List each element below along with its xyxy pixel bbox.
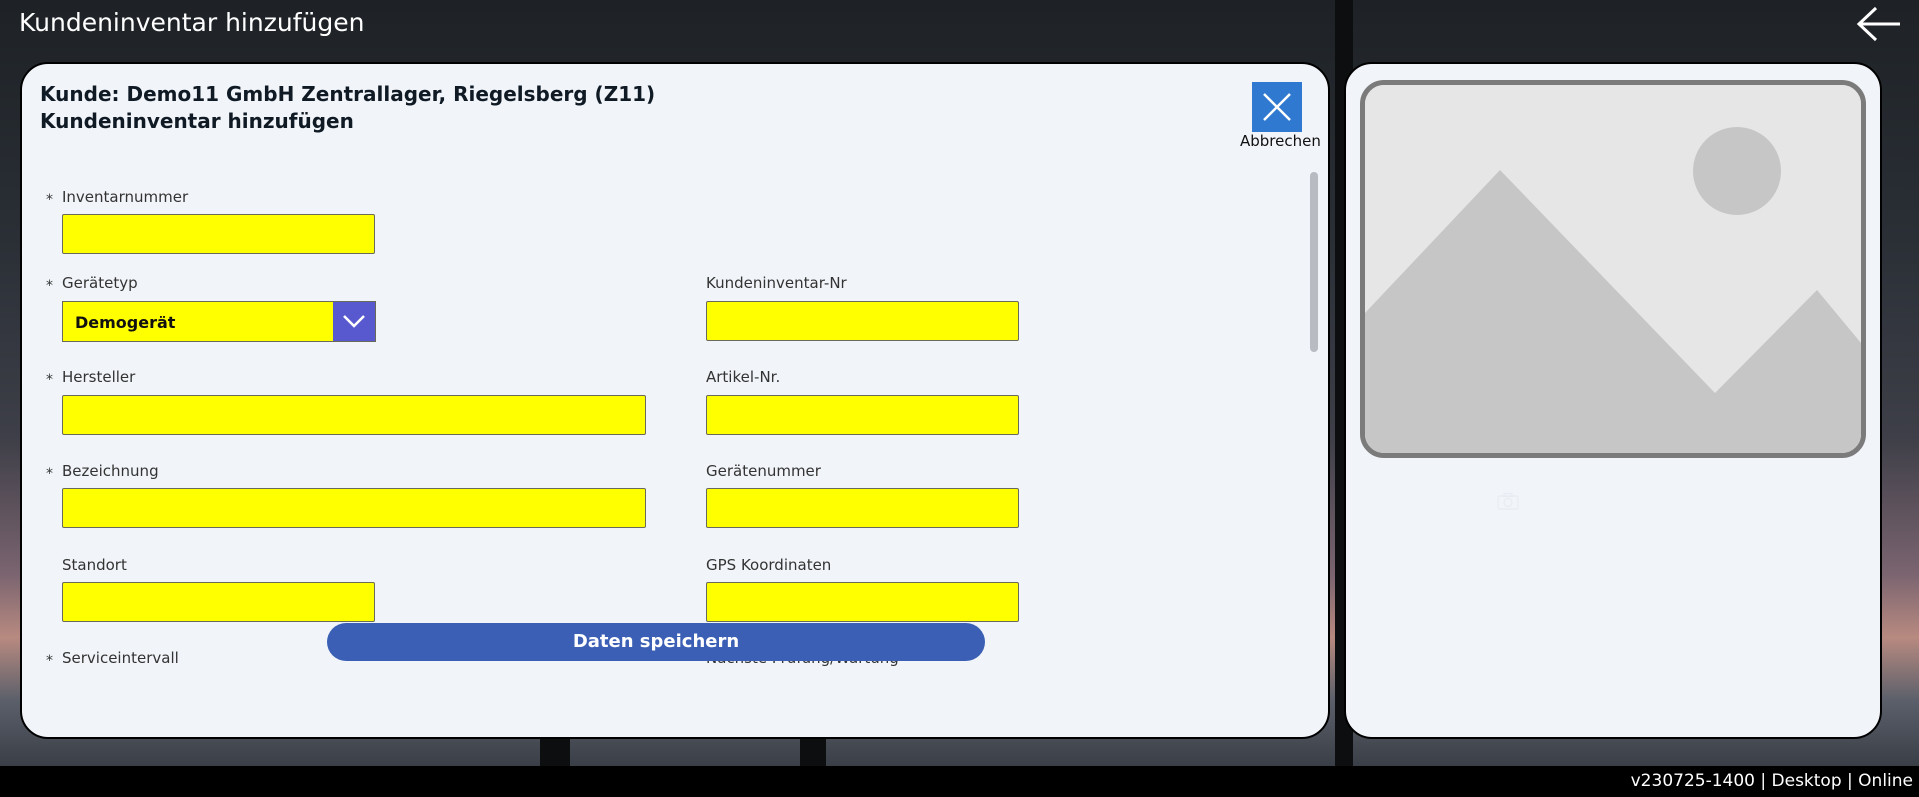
cancel-button[interactable]	[1252, 82, 1302, 132]
geraetetyp-label: Gerätetyp	[62, 274, 138, 292]
geraetetyp-dropdown[interactable]: Demogerät	[62, 301, 376, 342]
save-button[interactable]: Daten speichern	[327, 623, 985, 661]
status-text: v230725-1400 | Desktop | Online	[1630, 771, 1913, 791]
serviceintervall-label: Serviceintervall	[62, 649, 179, 667]
artikel-nr-field[interactable]	[706, 395, 1019, 435]
standort-field[interactable]	[62, 582, 375, 622]
form-panel: Kunde: Demo11 GmbH Zentrallager, Riegels…	[20, 62, 1330, 739]
app-title: Kundeninventar hinzufügen	[19, 8, 365, 37]
inventarnummer-label: Inventarnummer	[62, 188, 189, 206]
bezeichnung-label: Bezeichnung	[62, 462, 159, 480]
image-panel	[1344, 62, 1882, 739]
artikel-nr-label: Artikel-Nr.	[706, 368, 781, 386]
back-arrow-icon[interactable]	[1856, 4, 1902, 44]
image-placeholder[interactable]	[1360, 80, 1866, 458]
close-icon	[1263, 93, 1291, 121]
required-marker: *	[46, 466, 53, 482]
geraetenummer-label: Gerätenummer	[706, 462, 821, 480]
image-placeholder-icon	[1365, 85, 1861, 453]
geraetetyp-value: Demogerät	[75, 313, 176, 332]
form-heading: Kundeninventar hinzufügen	[40, 109, 354, 133]
gps-label: GPS Koordinaten	[706, 556, 832, 574]
required-marker: *	[46, 653, 53, 669]
camera-icon[interactable]	[1497, 492, 1519, 510]
required-marker: *	[46, 278, 53, 294]
cancel-label: Abbrechen	[1240, 132, 1321, 150]
status-bar: v230725-1400 | Desktop | Online	[0, 766, 1919, 797]
chevron-down-icon[interactable]	[333, 302, 375, 341]
geraetenummer-field[interactable]	[706, 488, 1019, 528]
hersteller-field[interactable]	[62, 395, 646, 435]
kundeninventar-nr-label: Kundeninventar-Nr	[706, 274, 847, 292]
kundeninventar-nr-field[interactable]	[706, 301, 1019, 341]
customer-heading: Kunde: Demo11 GmbH Zentrallager, Riegels…	[40, 82, 656, 106]
inventarnummer-field[interactable]	[62, 214, 375, 254]
required-marker: *	[46, 372, 53, 388]
hersteller-label: Hersteller	[62, 368, 136, 386]
required-marker: *	[46, 192, 53, 208]
form-scrollbar[interactable]	[1310, 172, 1318, 352]
standort-label: Standort	[62, 556, 127, 574]
bezeichnung-field[interactable]	[62, 488, 646, 528]
gps-field[interactable]	[706, 582, 1019, 622]
